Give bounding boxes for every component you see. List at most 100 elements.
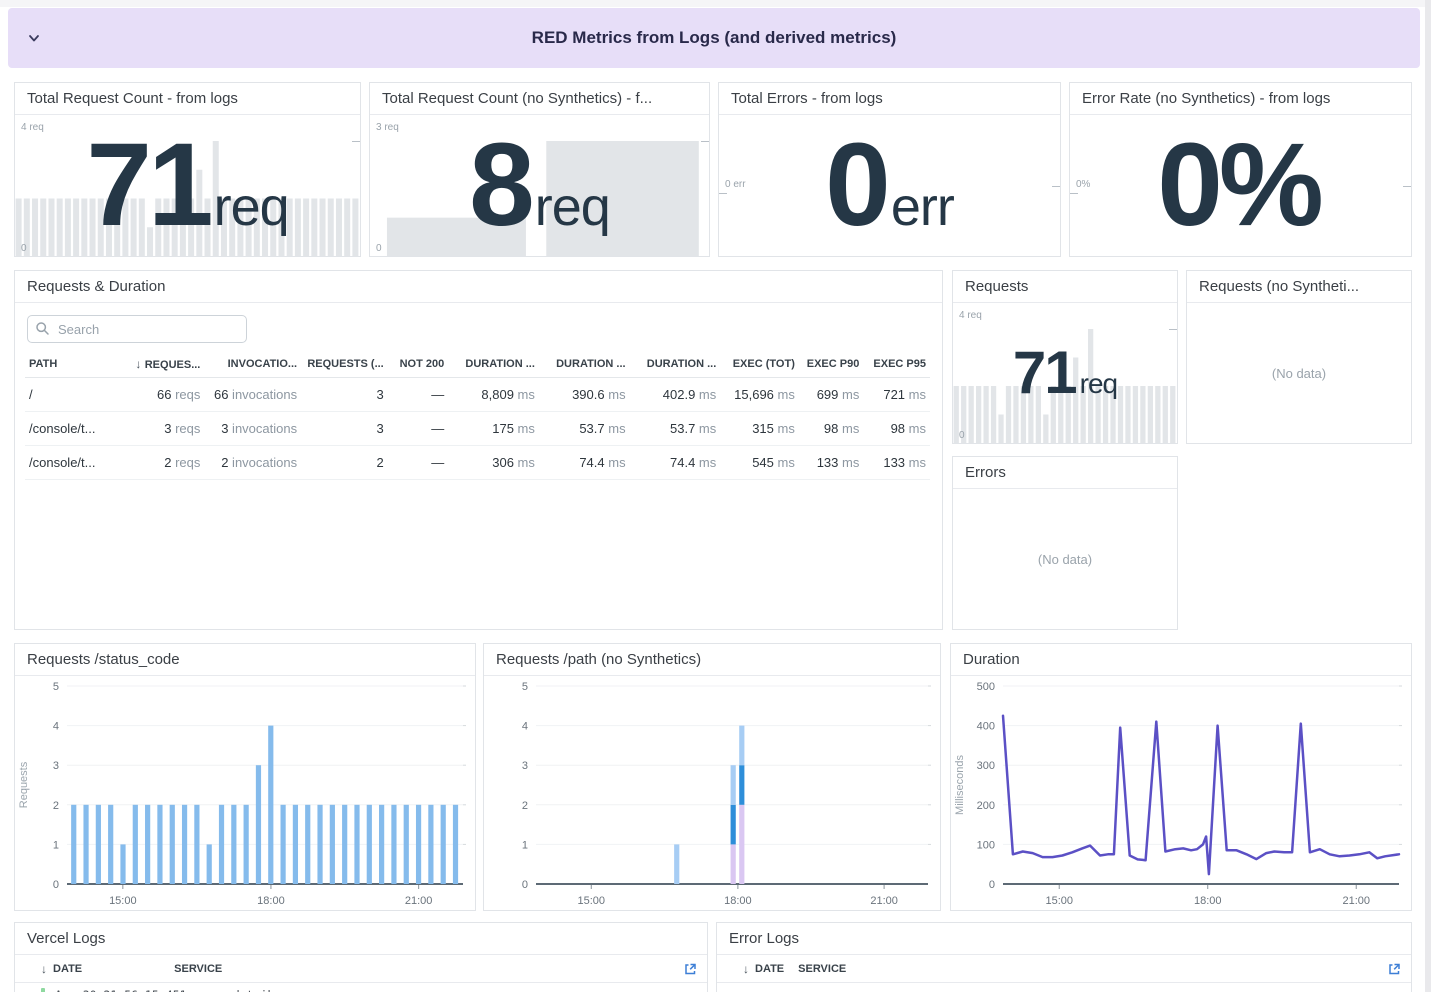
- table-row[interactable]: /console/t...3 reqs3 invocations3—175 ms…: [25, 412, 930, 446]
- column-header[interactable]: DURATION ...: [630, 351, 721, 378]
- value-cell: —: [388, 412, 448, 446]
- search-icon: [35, 321, 50, 341]
- table-row[interactable]: /console/t...2 reqs2 invocations2—306 ms…: [25, 446, 930, 480]
- panel-body: 010020030040050015:0018:0021:00Milliseco…: [951, 676, 1411, 910]
- search-box: [27, 315, 247, 343]
- requests-duration-panel: Requests & Duration PATH↓ REQUES...INVOC…: [14, 270, 943, 630]
- value-cell: 3 reqs: [130, 412, 205, 446]
- card-body: 0% 0%: [1070, 115, 1411, 256]
- column-header[interactable]: ↓ REQUES...: [130, 351, 205, 378]
- y-mid-label: 0 err: [725, 179, 746, 190]
- value-cell: 66 reqs: [130, 378, 205, 412]
- panel-body: 01234515:0018:0021:00Requests: [15, 676, 475, 910]
- value-cell: 98 ms: [863, 412, 930, 446]
- svg-text:15:00: 15:00: [578, 895, 606, 907]
- svg-text:100: 100: [977, 839, 995, 851]
- svg-text:0: 0: [53, 879, 59, 891]
- value-cell: 53.7 ms: [539, 412, 630, 446]
- requests-no-synthetics-panel: Requests (no Syntheti... (No data): [1186, 270, 1412, 444]
- date-column-header[interactable]: DATE: [755, 963, 784, 975]
- card-body: 4 req 0 71req: [15, 115, 360, 256]
- value-cell: 8,809 ms: [448, 378, 539, 412]
- column-header[interactable]: REQUESTS (...: [301, 351, 388, 378]
- value-cell: 74.4 ms: [630, 446, 721, 480]
- no-data-message: (No data): [1187, 303, 1411, 443]
- svg-text:400: 400: [977, 721, 995, 733]
- service-column-header[interactable]: SERVICE: [174, 963, 222, 975]
- svg-text:500: 500: [977, 681, 995, 693]
- column-header[interactable]: DURATION ...: [448, 351, 539, 378]
- column-header[interactable]: DURATION ...: [539, 351, 630, 378]
- requests-table: PATH↓ REQUES...INVOCATIO...REQUESTS (...…: [25, 351, 930, 480]
- open-external-icon[interactable]: [1387, 962, 1401, 979]
- log-row[interactable]: Apr 30 21:56:15.451app.dataiker.com: [15, 983, 707, 992]
- errors-panel: Errors (No data): [952, 456, 1178, 630]
- panel-title: Requests & Duration: [15, 271, 942, 303]
- path-cell: /console/t...: [25, 412, 130, 446]
- svg-text:4: 4: [522, 721, 528, 733]
- card-title: Total Request Count - from logs: [15, 83, 360, 115]
- value-cell: 53.7 ms: [630, 412, 721, 446]
- svg-text:18:00: 18:00: [1194, 895, 1222, 907]
- panel-body: (No data): [953, 489, 1177, 629]
- requests-panel: Requests 4 req 0 71req: [952, 270, 1178, 444]
- svg-text:21:00: 21:00: [405, 895, 433, 907]
- chevron-down-icon[interactable]: [26, 30, 42, 46]
- service-column-header[interactable]: SERVICE: [798, 963, 846, 975]
- stat-value: 0%: [1070, 115, 1411, 256]
- duration-chart[interactable]: 010020030040050015:0018:0021:00Milliseco…: [951, 676, 1411, 910]
- open-external-icon[interactable]: [683, 962, 697, 979]
- value-cell: 74.4 ms: [539, 446, 630, 480]
- value-cell: 721 ms: [863, 378, 930, 412]
- sort-icon[interactable]: ↓: [41, 962, 47, 976]
- card-total-request-count: Total Request Count - from logs 4 req 0 …: [14, 82, 361, 257]
- svg-text:3: 3: [522, 760, 528, 772]
- panel-title: Requests /path (no Synthetics): [484, 644, 940, 676]
- panel-title: Duration: [951, 644, 1411, 676]
- requests-table-body: /66 reqs66 invocations3—8,809 ms390.6 ms…: [25, 378, 930, 480]
- section-header[interactable]: RED Metrics from Logs (and derived metri…: [8, 8, 1420, 68]
- path-cell: /console/t...: [25, 446, 130, 480]
- value-cell: 306 ms: [448, 446, 539, 480]
- svg-text:5: 5: [53, 681, 59, 693]
- panel-title: Requests: [953, 271, 1177, 303]
- table-header-row: PATH↓ REQUES...INVOCATIO...REQUESTS (...…: [25, 351, 930, 378]
- sort-icon[interactable]: ↓: [743, 962, 749, 976]
- svg-text:1: 1: [53, 839, 59, 851]
- value-cell: 66 invocations: [204, 378, 301, 412]
- card-title: Error Rate (no Synthetics) - from logs: [1070, 83, 1411, 115]
- value-cell: 699 ms: [799, 378, 863, 412]
- path-no-synthetics-chart[interactable]: 01234515:0018:0021:00: [484, 676, 940, 910]
- log-column-header: ↓ DATE SERVICE: [717, 955, 1411, 983]
- svg-text:21:00: 21:00: [1342, 895, 1370, 907]
- svg-text:2: 2: [53, 800, 59, 812]
- column-header[interactable]: EXEC P90: [799, 351, 863, 378]
- log-service: app.dataiker.com: [205, 988, 316, 992]
- svg-text:2: 2: [522, 800, 528, 812]
- search-input[interactable]: [27, 315, 247, 343]
- stat-value: 0err: [719, 115, 1060, 256]
- svg-text:300: 300: [977, 760, 995, 772]
- card-error-rate: Error Rate (no Synthetics) - from logs 0…: [1069, 82, 1412, 257]
- value-cell: 3 invocations: [204, 412, 301, 446]
- column-header[interactable]: PATH: [25, 351, 130, 378]
- table-row[interactable]: /66 reqs66 invocations3—8,809 ms390.6 ms…: [25, 378, 930, 412]
- card-total-request-count-no-synthetics: Total Request Count (no Synthetics) - f.…: [369, 82, 710, 257]
- card-body: 0 err 0err: [719, 115, 1060, 256]
- value-cell: 402.9 ms: [630, 378, 721, 412]
- no-data-message: (No data): [953, 489, 1177, 629]
- date-column-header[interactable]: DATE: [53, 963, 82, 975]
- value-cell: 315 ms: [720, 412, 799, 446]
- status-code-chart[interactable]: 01234515:0018:0021:00Requests: [15, 676, 475, 910]
- value-cell: —: [388, 378, 448, 412]
- value-cell: 2 invocations: [204, 446, 301, 480]
- column-header[interactable]: EXEC (TOT): [720, 351, 799, 378]
- value-cell: 175 ms: [448, 412, 539, 446]
- column-header[interactable]: NOT 200: [388, 351, 448, 378]
- column-header[interactable]: EXEC P95: [863, 351, 930, 378]
- vercel-log-rows: Apr 30 21:56:15.451app.dataiker.com: [15, 983, 707, 992]
- panel-title: Errors: [953, 457, 1177, 489]
- column-header[interactable]: INVOCATIO...: [204, 351, 301, 378]
- y-max-label: 4 req: [21, 122, 44, 133]
- stat-value: 71req: [953, 303, 1177, 443]
